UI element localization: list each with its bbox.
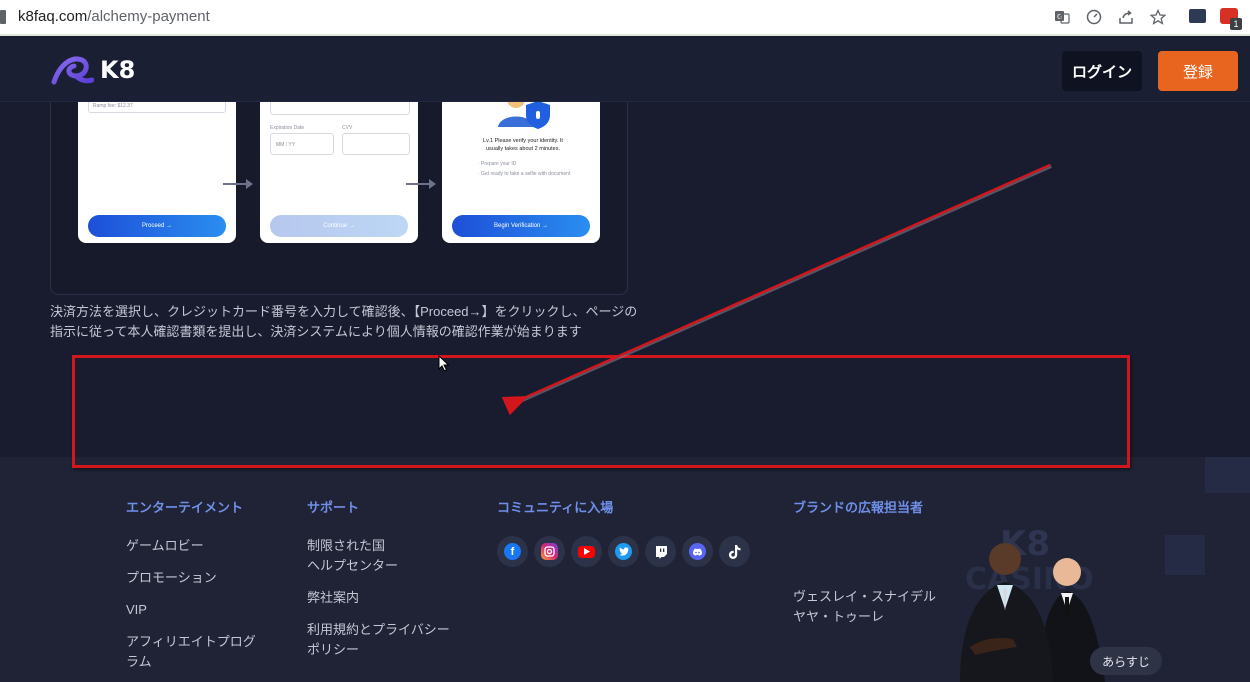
expiry-placeholder: MM / YY bbox=[276, 142, 296, 148]
phone-screen-proceed: Ramp fee: $12.37 Proceed → bbox=[78, 93, 236, 243]
fee-text: Ramp fee: $12.37 bbox=[93, 103, 133, 109]
twitch-icon[interactable] bbox=[645, 536, 676, 567]
phone-screen-verification: Lv.1 Please verify your identity. It usu… bbox=[442, 90, 600, 243]
browser-toolbar: k8faq.com/alchemy-payment G 1 bbox=[0, 0, 1250, 36]
url-path: /alchemy-payment bbox=[87, 8, 210, 25]
address-bar[interactable]: k8faq.com/alchemy-payment bbox=[18, 8, 210, 25]
cvv-label: CVV bbox=[342, 125, 353, 131]
entertainment-heading: エンターテイメント bbox=[126, 500, 244, 515]
extension-icon[interactable]: 1 bbox=[1220, 8, 1242, 30]
instagram-icon[interactable] bbox=[534, 536, 565, 567]
footer-ambassadors-column: ブランドの広報担当者 bbox=[793, 497, 923, 536]
terms-privacy-link[interactable]: 利用規約とプライバシーポリシー bbox=[307, 620, 457, 660]
footer-decoration bbox=[1165, 535, 1205, 575]
k8-logo[interactable]: K8 bbox=[50, 54, 135, 86]
arrow-right-icon bbox=[406, 179, 436, 189]
expiration-label: Expiration Date bbox=[270, 125, 305, 131]
phone-screen-card-details: Expiration Date CVV MM / YY Continue → bbox=[260, 93, 418, 243]
footer-entertainment-column: エンターテイメント ゲームロビー プロモーション VIP アフィリエイトプログラ… bbox=[126, 497, 266, 682]
verify-text: Lv.1 Please verify your identity. It usu… bbox=[483, 138, 563, 152]
facebook-icon[interactable]: f bbox=[497, 536, 528, 567]
register-button[interactable]: 登録 bbox=[1158, 51, 1238, 91]
mouse-cursor-icon bbox=[438, 354, 450, 378]
verify-step-1: · Prepare your ID bbox=[478, 161, 517, 167]
begin-verification-graphic-button: Begin Verification → bbox=[452, 215, 590, 237]
synopsis-button[interactable]: あらすじ bbox=[1090, 647, 1162, 675]
ambassadors-heading: ブランドの広報担当者 bbox=[793, 500, 924, 515]
about-us-link[interactable]: 弊社案内 bbox=[307, 588, 457, 608]
arrow-right-icon bbox=[223, 179, 253, 189]
logo-text: K8 bbox=[100, 56, 136, 84]
url-domain: k8faq.com bbox=[18, 8, 88, 25]
annotation-highlight-box bbox=[72, 355, 1130, 468]
affiliate-program-link[interactable]: アフィリエイトプログラム bbox=[126, 632, 266, 672]
step-description: 決済方法を選択し、クレジットカード番号を入力して確認後、【Proceed→】をク… bbox=[50, 304, 638, 339]
verify-step-2: · Get ready to take a selfie with docume… bbox=[478, 171, 571, 177]
ambassador-name[interactable]: ヤヤ・トゥーレ bbox=[793, 607, 936, 627]
community-heading: コミュニティに入場 bbox=[497, 500, 614, 515]
discord-icon[interactable] bbox=[682, 536, 713, 567]
site-header: K8 ログイン 登録 bbox=[0, 38, 1250, 102]
restricted-countries-help-link[interactable]: 制限された国 ヘルプセンター bbox=[307, 536, 457, 576]
footer-community-column: コミュニティに入場 f bbox=[497, 497, 750, 567]
promotion-link[interactable]: プロモーション bbox=[126, 568, 266, 588]
share-icon[interactable] bbox=[1117, 8, 1135, 26]
tiktok-icon[interactable] bbox=[719, 536, 750, 567]
youtube-icon[interactable] bbox=[571, 536, 602, 567]
vip-link[interactable]: VIP bbox=[126, 600, 266, 620]
game-lobby-link[interactable]: ゲームロビー bbox=[126, 536, 266, 556]
continue-graphic-button: Continue → bbox=[270, 215, 408, 237]
extension-badge-count: 1 bbox=[1230, 18, 1242, 30]
cvv-field bbox=[342, 133, 410, 155]
performance-icon[interactable] bbox=[1085, 8, 1103, 26]
ambassador-names: ヴェスレイ・スナイデル ヤヤ・トゥーレ bbox=[793, 587, 936, 627]
lock-icon[interactable] bbox=[0, 10, 6, 24]
bookmark-star-icon[interactable] bbox=[1149, 8, 1167, 26]
translate-icon[interactable]: G bbox=[1053, 8, 1071, 26]
twitter-icon[interactable] bbox=[608, 536, 639, 567]
footer-support-column: サポート 制限された国 ヘルプセンター 弊社案内 利用規約とプライバシーポリシー bbox=[307, 497, 457, 672]
ambassador-name[interactable]: ヴェスレイ・スナイデル bbox=[793, 587, 936, 607]
proceed-graphic-button: Proceed → bbox=[88, 215, 226, 237]
payment-steps-illustration: Ramp fee: $12.37 Proceed → Expiration Da… bbox=[50, 90, 628, 295]
support-heading: サポート bbox=[307, 500, 360, 515]
social-links: f bbox=[497, 536, 750, 567]
login-button[interactable]: ログイン bbox=[1062, 51, 1142, 91]
footer-decoration bbox=[1205, 457, 1250, 493]
k8-logo-mark-icon bbox=[50, 54, 95, 86]
site-footer: エンターテイメント ゲームロビー プロモーション VIP アフィリエイトプログラ… bbox=[0, 457, 1250, 682]
extension-folder-icon[interactable] bbox=[1189, 9, 1206, 23]
